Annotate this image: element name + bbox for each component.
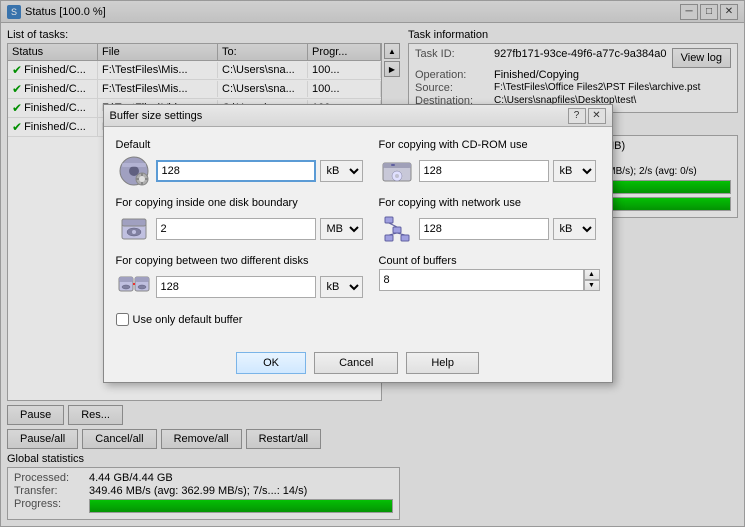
inside-disk-value-input[interactable] bbox=[156, 218, 316, 240]
default-input-row: kB MB bbox=[116, 153, 363, 189]
network-value-input[interactable] bbox=[419, 218, 549, 240]
count-input-row: ▲ ▼ bbox=[379, 269, 600, 291]
dialog-help-button[interactable]: ? bbox=[568, 108, 586, 124]
between-disks-unit-select[interactable]: kB MB bbox=[320, 276, 363, 298]
default-label: Default bbox=[116, 139, 363, 151]
cancel-button[interactable]: Cancel bbox=[314, 352, 398, 374]
buffer-settings-dialog: Buffer size settings ? ✕ Default bbox=[103, 104, 613, 383]
main-window: S Status [100.0 %] ─ □ ✕ List of tasks: … bbox=[0, 0, 745, 527]
count-up-button[interactable]: ▲ bbox=[584, 269, 600, 280]
count-value-input[interactable] bbox=[379, 269, 584, 291]
dialog-overlay: Buffer size settings ? ✕ Default bbox=[1, 1, 744, 526]
two-disks-icon bbox=[116, 269, 152, 305]
dialog-title-bar: Buffer size settings ? ✕ bbox=[104, 105, 612, 127]
default-buffer-checkbox[interactable] bbox=[116, 313, 129, 326]
count-spinner-buttons: ▲ ▼ bbox=[584, 269, 600, 291]
single-disk-icon bbox=[116, 211, 152, 247]
network-unit-select[interactable]: kB MB bbox=[553, 218, 596, 240]
dialog-left-col: Default bbox=[116, 139, 363, 332]
inside-disk-label: For copying inside one disk boundary bbox=[116, 197, 363, 209]
between-disks-value-input[interactable] bbox=[156, 276, 316, 298]
help-dialog-button[interactable]: Help bbox=[406, 352, 479, 374]
count-field-group: Count of buffers ▲ ▼ bbox=[379, 255, 600, 291]
default-buffer-checkbox-label: Use only default buffer bbox=[133, 314, 243, 326]
dialog-main-row: Default bbox=[116, 139, 600, 332]
default-value-input[interactable] bbox=[156, 160, 316, 182]
cdrom-icon bbox=[379, 153, 415, 189]
between-disks-input-row: kB MB bbox=[116, 269, 363, 305]
dialog-footer: OK Cancel Help bbox=[104, 344, 612, 382]
count-down-button[interactable]: ▼ bbox=[584, 280, 600, 291]
network-label: For copying with network use bbox=[379, 197, 600, 209]
dialog-right-col: For copying with CD-ROM use bbox=[379, 139, 600, 332]
between-disks-label: For copying between two different disks bbox=[116, 255, 363, 267]
default-field-group: Default bbox=[116, 139, 363, 189]
default-unit-select[interactable]: kB MB bbox=[320, 160, 363, 182]
cdrom-label: For copying with CD-ROM use bbox=[379, 139, 600, 151]
dialog-title-buttons: ? ✕ bbox=[568, 108, 606, 124]
network-input-row: kB MB bbox=[379, 211, 600, 247]
inside-disk-input-row: kB MB bbox=[116, 211, 363, 247]
disk-icon bbox=[116, 153, 152, 189]
ok-button[interactable]: OK bbox=[236, 352, 306, 374]
cdrom-value-input[interactable] bbox=[419, 160, 549, 182]
network-icon bbox=[379, 211, 415, 247]
inside-disk-field-group: For copying inside one disk boundary bbox=[116, 197, 363, 247]
inside-disk-unit-select[interactable]: kB MB bbox=[320, 218, 363, 240]
dialog-content: Default bbox=[104, 127, 612, 344]
default-buffer-checkbox-row: Use only default buffer bbox=[116, 313, 363, 326]
dialog-title: Buffer size settings bbox=[110, 110, 568, 122]
count-label: Count of buffers bbox=[379, 255, 600, 267]
network-field-group: For copying with network use bbox=[379, 197, 600, 247]
dialog-close-button[interactable]: ✕ bbox=[588, 108, 606, 124]
cdrom-input-row: kB MB bbox=[379, 153, 600, 189]
cdrom-field-group: For copying with CD-ROM use bbox=[379, 139, 600, 189]
cdrom-unit-select[interactable]: kB MB bbox=[553, 160, 596, 182]
between-disks-field-group: For copying between two different disks bbox=[116, 255, 363, 305]
